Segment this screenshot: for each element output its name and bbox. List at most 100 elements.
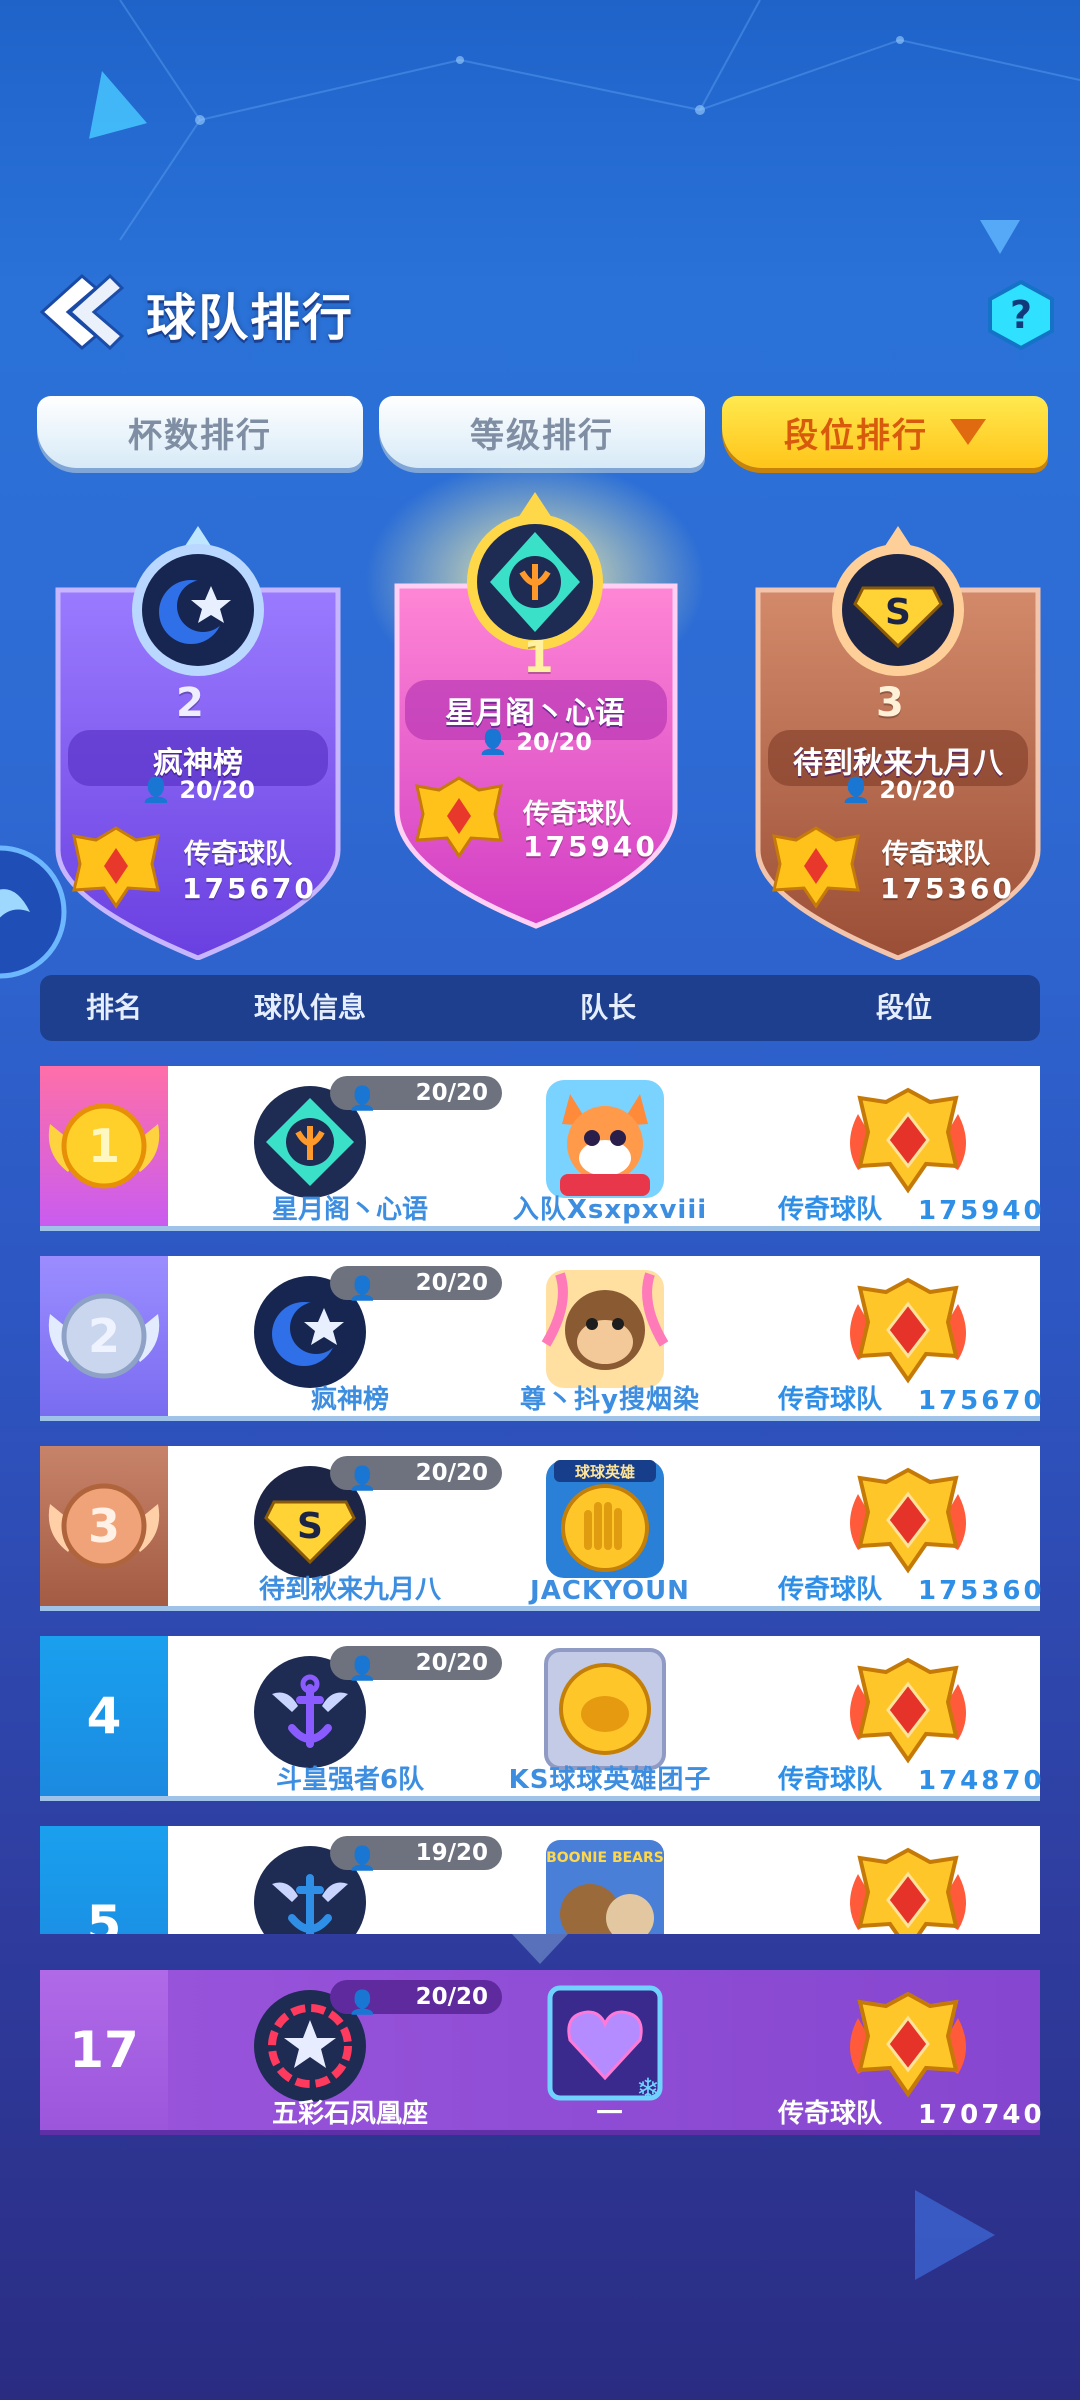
team-name: 疯神榜 — [310, 1385, 389, 1415]
person-icon: 👤 — [478, 728, 508, 756]
team-name: 星月阁丶心语 — [271, 1195, 428, 1225]
back-icon[interactable] — [34, 272, 124, 352]
captain-avatar-crystal-heart[interactable]: ❄ — [540, 1978, 670, 2108]
rank-number: 1 — [87, 1119, 120, 1173]
team-name: 斗皇强者6队 — [275, 1765, 425, 1795]
legend-tier-medal-icon — [415, 776, 503, 859]
podium-score: 175670 — [182, 872, 317, 905]
podium-card-3rd[interactable]: S 3 待到秋来九月八 👤 20/20 传奇球队 175360 — [748, 520, 1048, 970]
tab-level[interactable]: 等级排行 — [379, 396, 705, 468]
captain-name: 入队Xsxpxviii — [512, 1195, 708, 1225]
person-icon: 👤 — [348, 1990, 377, 2016]
podium-tier: 传奇球队 — [184, 839, 292, 870]
legend-tier-medal-icon — [772, 826, 860, 909]
dropdown-arrow-icon — [950, 419, 986, 445]
table-row[interactable]: 4 👤 20/20 斗皇强者6队 KS球球英雄团子 传奇球队 174870 — [40, 1636, 1042, 1796]
tier-label: 传奇球队 — [778, 2099, 883, 2129]
svg-text:S: S — [297, 1506, 323, 1547]
col-header-tier: 段位 — [876, 991, 933, 1024]
podium-card-2nd[interactable]: 2 疯神榜 👤 20/20 传奇球队 175670 — [48, 520, 348, 970]
col-header-team: 球队信息 — [254, 991, 367, 1024]
team-logo-moon-star — [132, 526, 264, 676]
podium-place-1: 1 — [523, 632, 554, 683]
team-logo-superman: S — [832, 526, 964, 676]
captain-name: 尊丶抖y搜烟染 — [520, 1385, 700, 1415]
tier-medal-icon — [838, 1464, 978, 1580]
member-count-badge: 👤 19/20 — [330, 1836, 502, 1872]
captain-avatar-boonie-bears[interactable]: BOONIE BEARS — [540, 1834, 670, 1934]
rank-number: 5 — [86, 1895, 122, 1934]
tier-score: 175940 — [918, 1196, 1045, 1226]
table-row[interactable]: 5 👤 19/20 BOONIE BEARS — [40, 1826, 1040, 1934]
tier-medal-icon — [838, 1084, 978, 1200]
person-icon: 👤 — [348, 1086, 377, 1112]
person-icon: 👤 — [348, 1846, 377, 1872]
svg-text:球球英雄: 球球英雄 — [575, 1463, 635, 1481]
member-count-badge: 👤 20/20 — [330, 1456, 502, 1492]
captain-name: 一 — [596, 2099, 624, 2129]
decor-triangle — [980, 220, 1020, 254]
captain-avatar-piggy-coin[interactable] — [540, 1644, 670, 1774]
tier-medal-icon — [838, 1654, 978, 1770]
page-title: 球队排行 — [146, 289, 354, 347]
podium-score: 175360 — [880, 872, 1015, 905]
captain-avatar-fox[interactable] — [540, 1074, 670, 1204]
tab-cups-label: 杯数排行 — [128, 415, 272, 456]
table-row[interactable]: 1 👤 20/20 星月阁丶心语 入队Xsxpxviii 传奇球队 175940 — [40, 1066, 1042, 1226]
person-icon: 👤 — [348, 1276, 377, 1302]
team-name: 五彩石凤凰座 — [271, 2099, 428, 2129]
tier-label: 传奇球队 — [778, 1195, 883, 1225]
podium-member-count: 👤 20/20 — [141, 776, 255, 804]
person-icon: 👤 — [348, 1656, 377, 1682]
background-network-lines — [119, 0, 1080, 241]
col-header-rank: 排名 — [86, 991, 143, 1024]
my-team-row[interactable]: 17 👤 20/20 五彩石凤凰座 ❄ 一 传奇球队 170740 — [40, 1970, 1042, 2130]
help-icon[interactable]: ? — [986, 280, 1056, 350]
tier-score: 175670 — [918, 1386, 1045, 1416]
legend-tier-medal-icon — [72, 826, 160, 909]
tab-level-label: 等级排行 — [470, 415, 614, 456]
tier-medal-icon — [838, 1844, 978, 1934]
team-name: 待到秋来九月八 — [258, 1575, 441, 1605]
podium-tier: 传奇球队 — [882, 839, 990, 870]
rank-number: 4 — [86, 1687, 122, 1745]
svg-text:?: ? — [1010, 293, 1032, 337]
person-icon: 👤 — [141, 776, 171, 804]
podium-member-count: 👤 20/20 — [841, 776, 955, 804]
table-row[interactable]: 2 👤 20/20 疯神榜 尊丶抖y搜烟染 传奇球队 175670 — [40, 1256, 1042, 1416]
tier-label: 传奇球队 — [778, 1765, 883, 1795]
podium-team-name: 星月阁丶心语 — [445, 696, 625, 731]
captain-name: KS球球英雄团子 — [508, 1765, 712, 1795]
rank-number: 17 — [69, 2021, 139, 2079]
table-row[interactable]: 3 S 👤 20/20 待到秋来九月八 球球英雄 JACKYOUN 传奇球队 17… — [40, 1446, 1042, 1606]
tier-score: 170740 — [918, 2100, 1045, 2130]
tab-cups[interactable]: 杯数排行 — [37, 396, 363, 468]
tab-tier-label: 段位排行 — [784, 415, 928, 456]
podium-member-count: 👤 20/20 — [478, 728, 592, 756]
person-icon: 👤 — [841, 776, 871, 804]
tier-label: 传奇球队 — [778, 1575, 883, 1605]
scroll-down-indicator — [512, 1934, 568, 1964]
podium-score: 175940 — [523, 830, 658, 863]
rank-number: 2 — [87, 1309, 120, 1363]
captain-name: JACKYOUN — [530, 1576, 690, 1606]
tier-medal-icon — [838, 1988, 978, 2104]
svg-text:BOONIE BEARS: BOONIE BEARS — [546, 1850, 664, 1866]
rank-number: 3 — [87, 1499, 120, 1553]
captain-avatar-gold-hand[interactable]: 球球英雄 — [540, 1454, 670, 1584]
podium-card-1st[interactable]: 1 星月阁丶心语 👤 20/20 传奇球队 175940 — [365, 460, 705, 930]
captain-avatar-monkey[interactable] — [540, 1264, 670, 1394]
podium-place-2: 2 — [176, 680, 204, 726]
podium-tier: 传奇球队 — [523, 799, 631, 830]
tab-tier[interactable]: 段位排行 — [722, 396, 1048, 468]
person-icon: 👤 — [348, 1466, 377, 1492]
member-count-badge: 👤 20/20 — [330, 1980, 502, 2016]
podium-place-3: 3 — [876, 680, 904, 726]
decor-triangle — [915, 2190, 995, 2280]
ranking-table-header: 排名 球队信息 队长 段位 — [40, 975, 1040, 1041]
svg-text:S: S — [885, 592, 911, 633]
col-header-captain: 队长 — [580, 991, 637, 1024]
tier-score: 175360 — [918, 1576, 1045, 1606]
member-count-badge: 👤 20/20 — [330, 1646, 502, 1682]
tier-score: 174870 — [918, 1766, 1045, 1796]
